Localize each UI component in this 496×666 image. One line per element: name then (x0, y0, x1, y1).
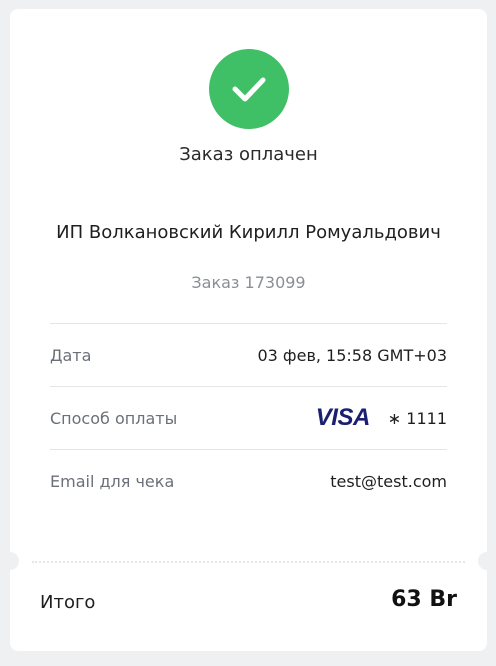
payment-method-label: Способ оплаты (50, 408, 178, 428)
order-number: 173099 (244, 273, 306, 292)
detail-row-date: Дата 03 фев, 15:58 GMT+03 (50, 323, 447, 386)
total-label: Итого (40, 592, 96, 613)
payment-status: Заказ оплачен (179, 144, 318, 165)
email-label: Email для чека (50, 471, 175, 491)
receipt-perforation-divider (32, 561, 465, 563)
order-label: Заказ (191, 273, 240, 292)
payment-details: Дата 03 фев, 15:58 GMT+03 Способ оплаты … (50, 323, 447, 512)
payment-receipt: Заказ оплачен ИП Волкановский Кирилл Ром… (1, 9, 496, 651)
receipt-notch-left (1, 552, 19, 570)
detail-row-email: Email для чека test@test.com (50, 449, 447, 512)
merchant-name: ИП Волкановский Кирилл Ромуальдович (56, 222, 441, 243)
total-amount: 63 Br (391, 587, 457, 612)
date-label: Дата (50, 345, 92, 365)
date-value: 03 фев, 15:58 GMT+03 (257, 345, 447, 365)
order-info: Заказ 173099 (10, 273, 487, 292)
detail-row-payment-method: Способ оплаты VISA ∗ 1111 (50, 386, 447, 449)
visa-logo-icon: VISA (315, 404, 371, 431)
receipt-notch-right (478, 552, 496, 570)
payment-method-value: VISA ∗ 1111 (316, 404, 447, 432)
card-number-masked: ∗ 1111 (387, 408, 447, 428)
email-value: test@test.com (330, 471, 447, 491)
checkmark-icon (209, 49, 289, 129)
